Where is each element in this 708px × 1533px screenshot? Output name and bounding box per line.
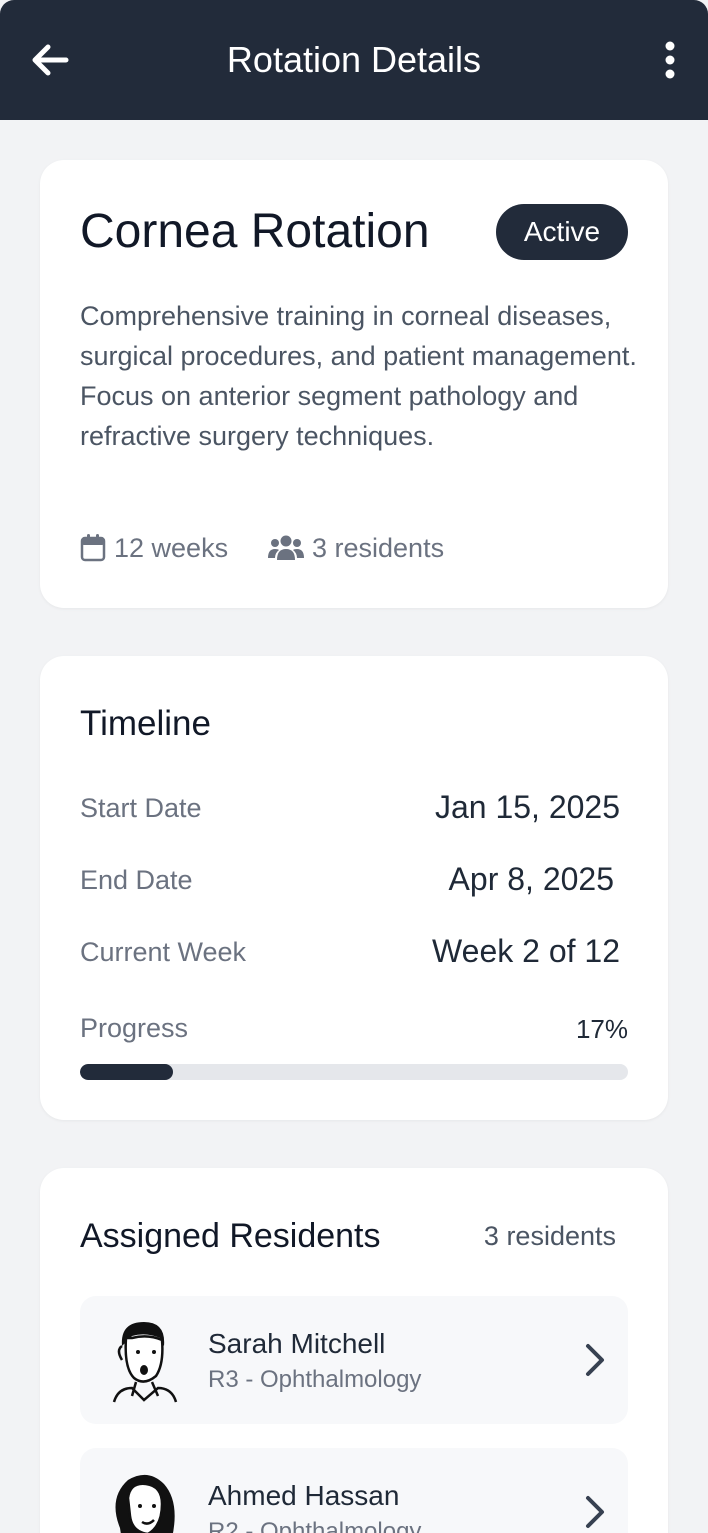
resident-name: Sarah Mitchell: [208, 1328, 386, 1359]
residents-meta: 3 residents: [268, 530, 444, 566]
residents-count: 3 residents: [483, 1221, 616, 1251]
rotation-title: Cornea Rotation: [80, 205, 430, 258]
users-icon: [268, 535, 304, 560]
more-vertical-icon: [665, 41, 675, 79]
progress-bar-fill: [80, 1064, 174, 1080]
end-date-label: End Date: [80, 865, 193, 895]
chevron-right-icon: [586, 1496, 604, 1528]
residents-count-text: 3 residents: [312, 532, 445, 563]
resident-item[interactable]: Ahmed Hassan R2 - Ophthalmology: [80, 1448, 628, 1533]
calendar-icon: [80, 534, 106, 562]
more-menu-button[interactable]: [652, 40, 688, 80]
avatar: [115, 1474, 175, 1533]
duration-meta: 12 weeks: [80, 530, 228, 566]
status-badge: Active: [496, 204, 628, 260]
progress-percent: 17%: [575, 1014, 628, 1044]
progress-label: Progress: [80, 1013, 189, 1043]
current-week-label: Current Week: [80, 937, 247, 967]
timeline-title: Timeline: [80, 704, 211, 743]
start-date-value: Jan 15, 2025: [434, 789, 620, 825]
resident-role: R3 - Ophthalmology: [208, 1366, 422, 1393]
progress-bar: [80, 1064, 628, 1080]
residents-title: Assigned Residents: [80, 1217, 381, 1255]
avatar: [112, 1322, 178, 1403]
end-date-value: Apr 8, 2025: [448, 861, 614, 897]
app-header: Rotation Details: [0, 0, 708, 120]
resident-role: R2 - Ophthalmology: [208, 1518, 422, 1533]
resident-name: Ahmed Hassan: [208, 1480, 400, 1511]
rotation-description: Comprehensive training in corneal diseas…: [80, 301, 637, 451]
duration-text: 12 weeks: [114, 532, 229, 563]
chevron-right-icon: [586, 1344, 604, 1376]
page-title: Rotation Details: [226, 39, 482, 80]
start-date-label: Start Date: [80, 793, 202, 823]
current-week-value: Week 2 of 12: [432, 933, 620, 969]
resident-item[interactable]: Sarah Mitchell R3 - Ophthalmology: [80, 1296, 628, 1424]
